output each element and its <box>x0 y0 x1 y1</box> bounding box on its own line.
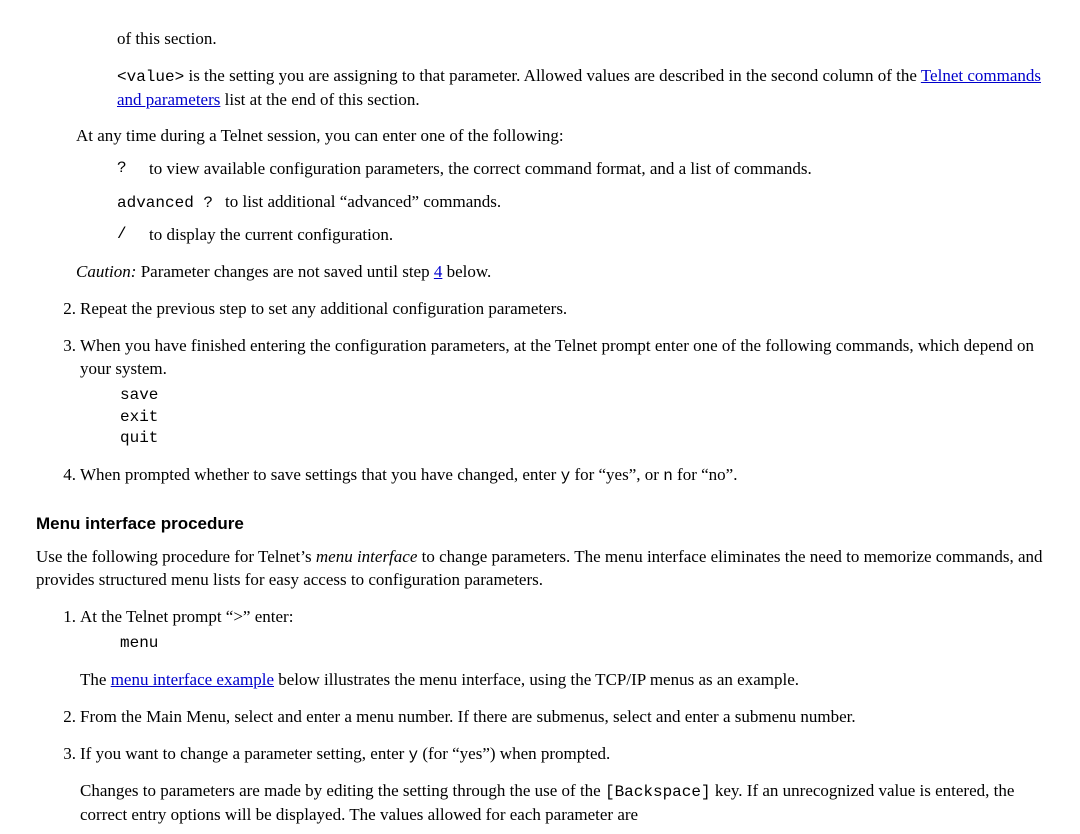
list-number: 3. <box>52 335 80 450</box>
help-list: ? to view available configuration parame… <box>117 158 1044 247</box>
text: below. <box>447 262 492 281</box>
step4-body: When prompted whether to save settings t… <box>80 464 1044 488</box>
list-item: 1. At the Telnet prompt “>” enter: menu … <box>52 606 1044 691</box>
code-exit: exit <box>120 407 1044 429</box>
text: The <box>80 670 111 689</box>
text: At any time during a Telnet session, you… <box>76 126 564 145</box>
text: Parameter changes are not saved until st… <box>141 262 434 281</box>
text-line: of this section. <box>117 28 1044 51</box>
list-item: 4. When prompted whether to save setting… <box>52 464 1044 488</box>
code-y: y <box>409 746 419 764</box>
code-menu: menu <box>120 633 1044 655</box>
command-block: save exit quit <box>120 385 1044 450</box>
m3-line1: If you want to change a parameter settin… <box>80 743 1044 767</box>
code-slash: / <box>117 224 149 247</box>
text: Use the following procedure for Telnet’s <box>36 547 316 566</box>
code-q: ? <box>117 158 149 181</box>
text: Changes to parameters are made by editin… <box>80 781 605 800</box>
text: Repeat the previous step to set any addi… <box>80 298 1044 321</box>
code-advanced: advanced ? <box>117 192 225 214</box>
code-y: y <box>561 467 571 485</box>
list-number: 1. <box>52 606 80 691</box>
list-item: 2. From the Main Menu, select and enter … <box>52 706 1044 729</box>
code-save: save <box>120 385 1044 407</box>
value-paragraph: <value> is the setting you are assigning… <box>117 65 1044 112</box>
link-step-4[interactable]: 4 <box>434 262 443 281</box>
list-number: 4. <box>52 464 80 488</box>
text: to view available configuration paramete… <box>149 158 812 181</box>
list-item: 3. When you have finished entering the c… <box>52 335 1044 450</box>
list-item: 3. If you want to change a parameter set… <box>52 743 1044 827</box>
m3-body: If you want to change a parameter settin… <box>80 743 1044 827</box>
m1-followup: The menu interface example below illustr… <box>80 669 1044 692</box>
italic-text: menu interface <box>316 547 418 566</box>
code-n: n <box>663 467 673 485</box>
text: At the Telnet prompt “>” enter: <box>80 607 293 626</box>
code-quit: quit <box>120 428 1044 450</box>
list-number: 3. <box>52 743 80 827</box>
text: From the Main Menu, select and enter a m… <box>80 706 1044 729</box>
code-backspace: [Backspace] <box>605 783 711 801</box>
text: If you want to change a parameter settin… <box>80 744 409 763</box>
text: to display the current configuration. <box>149 224 393 247</box>
text: (for “yes”) when prompted. <box>422 744 610 763</box>
list-item: 2. Repeat the previous step to set any a… <box>52 298 1044 321</box>
text: is the setting you are assigning to that… <box>188 66 920 85</box>
text: to list additional “advanced” commands. <box>225 191 501 214</box>
help-row-slash: / to display the current configuration. <box>117 224 1044 247</box>
help-row-advanced: advanced ? to list additional “advanced”… <box>117 191 1044 214</box>
any-time-paragraph: At any time during a Telnet session, you… <box>76 125 1044 148</box>
text: When you have finished entering the conf… <box>80 336 1034 378</box>
text: When prompted whether to save settings t… <box>80 465 561 484</box>
text: for “no”. <box>677 465 737 484</box>
help-row-question: ? to view available configuration parame… <box>117 158 1044 181</box>
link-menu-example[interactable]: menu interface example <box>111 670 274 689</box>
m1-body: At the Telnet prompt “>” enter: menu The… <box>80 606 1044 691</box>
list-number: 2. <box>52 298 80 321</box>
m3-paragraph: Changes to parameters are made by editin… <box>80 780 1044 827</box>
continuation-fragment: of this section. <value> is the setting … <box>117 28 1044 111</box>
menu-intro-paragraph: Use the following procedure for Telnet’s… <box>36 546 1044 592</box>
code-value-token: <value> <box>117 68 184 86</box>
caution-paragraph: Caution: Parameter changes are not saved… <box>76 261 1044 284</box>
steps-list-menu: 1. At the Telnet prompt “>” enter: menu … <box>52 606 1044 827</box>
text: for “yes”, or <box>574 465 663 484</box>
caution-label: Caution: <box>76 262 136 281</box>
heading-menu-interface: Menu interface procedure <box>36 513 1044 536</box>
text: below illustrates the menu interface, us… <box>278 670 799 689</box>
page-body: { "top": { "frag_of_section": "of this s… <box>0 0 1080 827</box>
step3-body: When you have finished entering the conf… <box>80 335 1044 450</box>
list-number: 2. <box>52 706 80 729</box>
steps-list-upper: 2. Repeat the previous step to set any a… <box>52 298 1044 487</box>
text: list at the end of this section. <box>225 90 420 109</box>
